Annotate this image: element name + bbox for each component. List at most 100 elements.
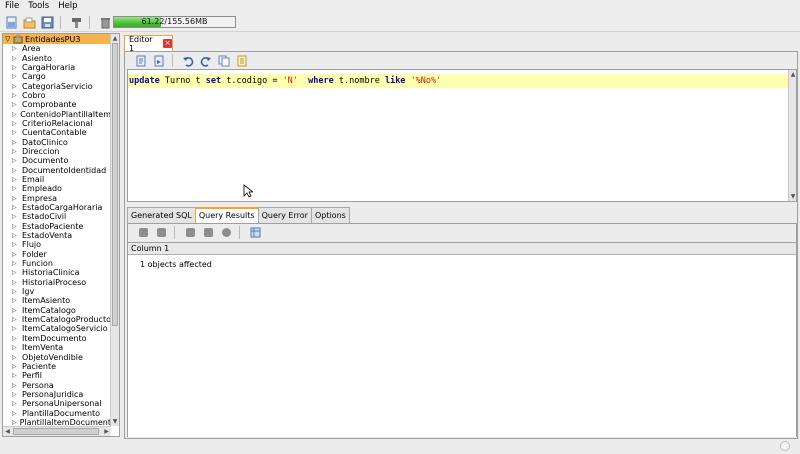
- expand-arrow-icon[interactable]: ▷: [12, 184, 19, 193]
- tree-item[interactable]: ▷ CategoriaServicio: [3, 81, 111, 91]
- run-query-button[interactable]: [134, 54, 148, 68]
- scroll-up-icon[interactable]: ▲: [111, 34, 119, 43]
- tree-horizontal-scrollbar[interactable]: ◀ ▶: [3, 426, 111, 436]
- menu-file[interactable]: File: [0, 0, 23, 13]
- expand-arrow-icon[interactable]: ▷: [12, 409, 19, 418]
- expand-arrow-icon[interactable]: ▷: [12, 128, 19, 137]
- tree-item[interactable]: ▷ CuentaContable: [3, 128, 111, 137]
- expand-arrow-icon[interactable]: ▷: [12, 278, 19, 287]
- tree-item[interactable]: ▷ EstadoVenta: [3, 231, 111, 240]
- gc-button[interactable]: [98, 15, 112, 29]
- tree-item[interactable]: ▷ PersonaUnipersonal: [3, 399, 111, 408]
- tree-item[interactable]: ▷ PlantillaDocumento: [3, 408, 111, 418]
- result-tab[interactable]: Query Results: [194, 207, 259, 223]
- scroll-left-icon[interactable]: ◀: [3, 427, 12, 436]
- column-header[interactable]: Column 1: [128, 243, 796, 255]
- sql-editor[interactable]: update Turno t set t.codigo = 'N' where …: [127, 69, 797, 202]
- stop-button[interactable]: [183, 226, 197, 240]
- copy-results-button[interactable]: [154, 226, 168, 240]
- expand-arrow-icon[interactable]: ▷: [12, 343, 19, 352]
- new-file-button[interactable]: [4, 15, 18, 29]
- expand-arrow-icon[interactable]: ▷: [12, 138, 19, 147]
- expand-arrow-icon[interactable]: ▷: [12, 110, 17, 119]
- expand-arrow-icon[interactable]: ▷: [12, 268, 19, 277]
- expand-arrow-icon[interactable]: ▽: [5, 35, 13, 43]
- expand-arrow-icon[interactable]: ▷: [12, 334, 19, 343]
- tree-item[interactable]: ▷ Cobro: [3, 91, 111, 100]
- memory-usage-bar[interactable]: 61.22/155.56MB: [113, 16, 236, 28]
- tree-item[interactable]: ▷ Perfil: [3, 371, 111, 380]
- editor-tab[interactable]: Editor 1 ×: [124, 35, 173, 53]
- undo-button[interactable]: [181, 54, 195, 68]
- expand-arrow-icon[interactable]: ▷: [12, 324, 19, 333]
- tree-item[interactable]: ▷ Funcion: [3, 259, 111, 268]
- expand-arrow-icon[interactable]: ▷: [12, 306, 19, 315]
- expand-arrow-icon[interactable]: ▷: [12, 240, 19, 249]
- expand-arrow-icon[interactable]: ▷: [12, 203, 19, 212]
- expand-arrow-icon[interactable]: ▷: [12, 156, 19, 165]
- scroll-down-icon[interactable]: ▼: [789, 192, 797, 201]
- tree-item[interactable]: ▷ HistoriaClinica: [3, 268, 111, 277]
- tree-item[interactable]: ▷ EstadoCargaHoraria: [3, 203, 111, 212]
- tree-item[interactable]: ▷ Persona: [3, 380, 111, 390]
- tree-item[interactable]: ▷ Flujo: [3, 240, 111, 249]
- tree-item[interactable]: ▷ ItemCatalogoServicio: [3, 324, 111, 333]
- tree-item[interactable]: ▷ ItemDocumento: [3, 334, 111, 343]
- tree-item[interactable]: ▷ DatoClinico: [3, 137, 111, 147]
- tree-hscroll-thumb[interactable]: [13, 428, 99, 435]
- tree-item[interactable]: ▷ Email: [3, 175, 111, 184]
- tree-item[interactable]: ▷ ObjetoVendible: [3, 352, 111, 362]
- tree-scroll-thumb[interactable]: [112, 43, 118, 326]
- expand-arrow-icon[interactable]: ▷: [12, 371, 19, 380]
- tree-item[interactable]: ▷ PersonaJuridica: [3, 390, 111, 399]
- sql-current-line[interactable]: update Turno t set t.codigo = 'N' where …: [128, 74, 790, 88]
- tree-item[interactable]: ▷ DocumentoIdentidad: [3, 165, 111, 175]
- tree-item[interactable]: ▷ HistorialProceso: [3, 278, 111, 287]
- tree-vertical-scrollbar[interactable]: ▲ ▼: [110, 34, 119, 426]
- scroll-right-icon[interactable]: ▶: [102, 427, 111, 436]
- tree-item[interactable]: ▷ EstadoCivil: [3, 212, 111, 221]
- tree-item[interactable]: ▷ CargaHoraria: [3, 63, 111, 72]
- save-button[interactable]: [40, 15, 54, 29]
- build-button[interactable]: [69, 15, 83, 29]
- tree-item[interactable]: ▷ EstadoPaciente: [3, 222, 111, 231]
- expand-arrow-icon[interactable]: ▷: [12, 390, 19, 399]
- expand-arrow-icon[interactable]: ▷: [12, 72, 19, 81]
- expand-arrow-icon[interactable]: ▷: [12, 212, 19, 221]
- tree-item[interactable]: ▷ Paciente: [3, 362, 111, 371]
- copy-button[interactable]: [217, 54, 231, 68]
- tree-item[interactable]: ▷ Empresa: [3, 194, 111, 203]
- open-folder-button[interactable]: [22, 15, 36, 29]
- expand-arrow-icon[interactable]: ▷: [12, 362, 19, 371]
- scroll-down-icon[interactable]: ▼: [111, 417, 119, 426]
- expand-arrow-icon[interactable]: ▷: [12, 44, 19, 53]
- expand-arrow-icon[interactable]: ▷: [12, 194, 19, 203]
- expand-arrow-icon[interactable]: ▷: [12, 222, 19, 231]
- expand-arrow-icon[interactable]: ▷: [12, 119, 19, 128]
- tree-item[interactable]: ▷ Documento: [3, 156, 111, 165]
- expand-arrow-icon[interactable]: ▷: [12, 381, 19, 390]
- record-button[interactable]: [219, 226, 233, 240]
- table-view-button[interactable]: [248, 226, 262, 240]
- expand-arrow-icon[interactable]: ▷: [12, 175, 19, 184]
- tree-item[interactable]: ▷ ItemAsiento: [3, 296, 111, 305]
- tree-item[interactable]: ▷ Comprobante: [3, 100, 111, 109]
- tree-item[interactable]: ▷ ItemCatalogoProducto: [3, 315, 111, 324]
- expand-arrow-icon[interactable]: ▷: [12, 296, 19, 305]
- expand-arrow-icon[interactable]: ▷: [12, 287, 19, 296]
- redo-button[interactable]: [199, 54, 213, 68]
- document-button[interactable]: [201, 226, 215, 240]
- menu-tools[interactable]: Tools: [23, 0, 53, 13]
- expand-arrow-icon[interactable]: ▷: [12, 259, 19, 268]
- expand-arrow-icon[interactable]: ▷: [12, 54, 19, 63]
- expand-arrow-icon[interactable]: ▷: [12, 91, 19, 100]
- menu-help[interactable]: Help: [53, 0, 81, 13]
- expand-arrow-icon[interactable]: ▷: [12, 100, 19, 109]
- result-tab[interactable]: Query Error: [257, 207, 312, 223]
- result-tab[interactable]: Options: [310, 207, 350, 223]
- paste-button[interactable]: [235, 54, 249, 68]
- run-selection-button[interactable]: [152, 54, 166, 68]
- tree-item[interactable]: ▷ Empleado: [3, 184, 111, 193]
- scroll-up-icon[interactable]: ▲: [789, 70, 797, 79]
- expand-arrow-icon[interactable]: ▷: [12, 147, 19, 156]
